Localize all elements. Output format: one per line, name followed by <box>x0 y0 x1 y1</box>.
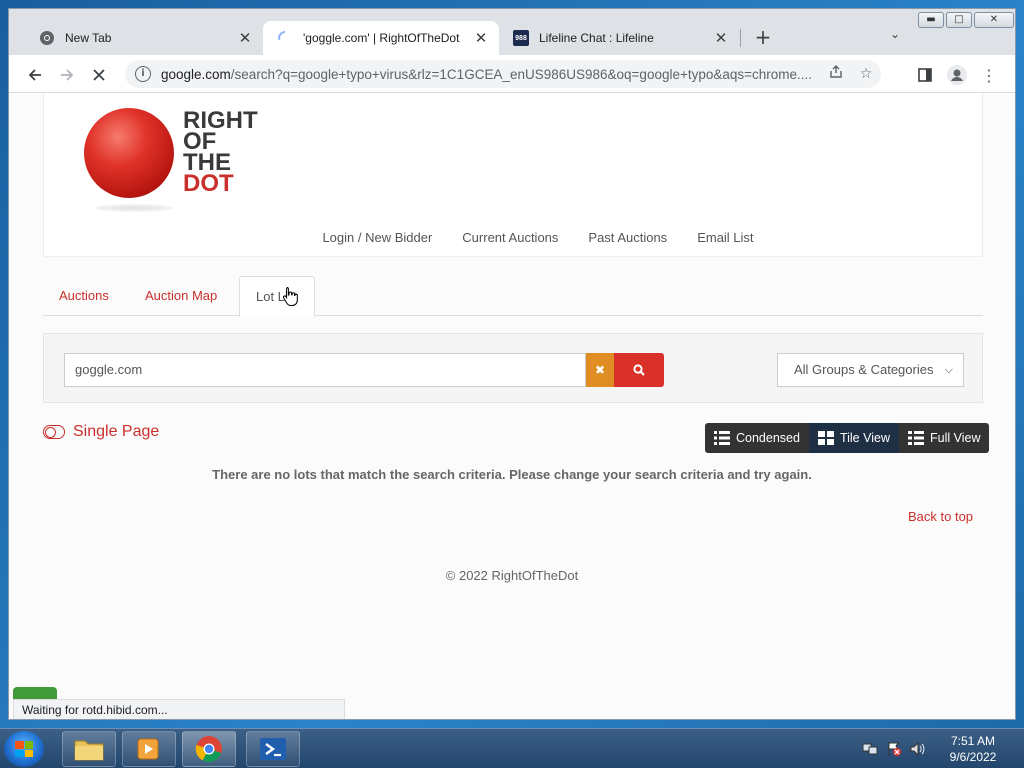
single-page-toggle[interactable]: Single Page <box>43 423 159 441</box>
profile-avatar-icon[interactable] <box>945 63 969 87</box>
arrow-right-icon <box>61 69 74 81</box>
tab-rightofthedot[interactable]: 'goggle.com' | RightOfTheDot ✕ <box>263 21 499 55</box>
more-menu-icon[interactable]: ⋮ <box>977 63 1001 87</box>
page-tabs: Auctions Auction Map Lot List <box>43 276 983 317</box>
nav-past-auctions[interactable]: Past Auctions <box>588 230 667 245</box>
tab-new-tab[interactable]: New Tab ✕ <box>25 21 263 55</box>
volume-icon[interactable] <box>910 741 926 757</box>
action-center-flag-icon[interactable] <box>886 741 902 757</box>
no-lots-message: There are no lots that match the search … <box>212 467 812 482</box>
back-to-top-link[interactable]: Back to top <box>908 509 973 524</box>
condensed-view-button[interactable]: Condensed <box>705 423 809 453</box>
new-tab-button[interactable]: + <box>751 26 775 50</box>
close-window-button[interactable]: ✕ <box>974 12 1014 28</box>
chrome-taskbar-button[interactable] <box>182 731 236 767</box>
view-switcher: Condensed Tile View Full View <box>705 423 990 453</box>
tab-title: Lifeline Chat : Lifeline <box>539 31 654 45</box>
bookmark-star-icon[interactable]: ☆ <box>851 66 881 82</box>
taskbar-clock[interactable]: 7:51 AM 9/6/2022 <box>940 733 1006 765</box>
nav-current-auctions[interactable]: Current Auctions <box>462 230 558 245</box>
info-icon[interactable]: i <box>135 66 151 82</box>
windows-logo-icon <box>15 741 33 757</box>
share-icon[interactable] <box>821 65 851 83</box>
tab-title: New Tab <box>65 31 112 45</box>
powershell-taskbar-button[interactable] <box>246 731 300 767</box>
nav-email-list[interactable]: Email List <box>697 230 753 245</box>
start-button[interactable] <box>4 731 44 767</box>
window-controls: ▬ □ ✕ <box>916 12 1014 28</box>
red-dot-logo-icon[interactable] <box>84 108 174 198</box>
clock-time: 7:51 AM <box>950 734 996 748</box>
tab-auctions[interactable]: Auctions <box>43 276 125 316</box>
forward-button[interactable] <box>55 63 79 87</box>
tab-lot-list[interactable]: Lot List <box>239 276 315 317</box>
close-icon <box>93 69 105 81</box>
logo-shadow <box>94 204 174 212</box>
nav-login[interactable]: Login / New Bidder <box>322 230 432 245</box>
search-icon <box>633 364 645 376</box>
web-page: RIGHT OF THE DOT Login / New Bidder Curr… <box>9 93 1015 719</box>
site-logo-text[interactable]: RIGHT OF THE DOT <box>183 109 258 196</box>
tab-lifeline-chat[interactable]: 988 Lifeline Chat : Lifeline ✕ <box>499 21 739 55</box>
url-text[interactable]: google.com/search?q=google+typo+virus&rl… <box>161 67 821 82</box>
table-icon <box>907 431 924 445</box>
tile-view-button[interactable]: Tile View <box>808 423 899 453</box>
media-player-icon <box>137 738 159 760</box>
full-view-button[interactable]: Full View <box>899 423 989 453</box>
tab-title: 'goggle.com' | RightOfTheDot <box>303 31 460 45</box>
minimize-button[interactable]: ▬ <box>918 12 944 28</box>
close-icon[interactable]: ✕ <box>471 29 491 47</box>
chrome-icon <box>195 736 222 763</box>
copyright: © 2022 RightOfTheDot <box>445 568 579 583</box>
address-bar[interactable]: i google.com/search?q=google+typo+virus&… <box>125 60 881 88</box>
media-player-taskbar-button[interactable] <box>122 731 176 767</box>
loading-spinner-icon <box>277 30 293 46</box>
file-explorer-taskbar-button[interactable] <box>62 731 116 767</box>
clear-search-button[interactable]: ✖ <box>586 353 614 387</box>
close-icon[interactable]: ✕ <box>235 29 255 47</box>
tab-strip: New Tab ✕ 'goggle.com' | RightOfTheDot ✕… <box>9 9 1015 55</box>
browser-toolbar: i google.com/search?q=google+typo+virus&… <box>9 55 1015 93</box>
main-nav: Login / New Bidder Current Auctions Past… <box>10 230 1015 245</box>
site-header: RIGHT OF THE DOT Login / New Bidder Curr… <box>43 93 983 257</box>
powershell-icon <box>260 738 286 760</box>
status-bar: Waiting for rotd.hibid.com... <box>13 699 345 719</box>
network-icon[interactable] <box>862 741 878 757</box>
single-page-label: Single Page <box>73 423 160 440</box>
list-icon <box>714 431 730 445</box>
hand-cursor-icon <box>282 287 298 306</box>
clock-date: 9/6/2022 <box>949 750 997 764</box>
tab-separator <box>740 29 741 47</box>
back-button[interactable] <box>23 63 47 87</box>
folder-icon <box>74 740 104 761</box>
search-input[interactable]: goggle.com <box>64 353 586 387</box>
system-tray <box>862 729 926 768</box>
close-icon[interactable]: ✕ <box>711 29 731 47</box>
988-favicon: 988 <box>513 30 529 46</box>
chevron-down-icon: ⌵ <box>944 364 953 376</box>
category-select[interactable]: All Groups & Categories ⌵ <box>777 353 964 387</box>
grid-icon <box>817 431 834 445</box>
stop-loading-button[interactable] <box>87 63 111 87</box>
browser-window: New Tab ✕ 'goggle.com' | RightOfTheDot ✕… <box>8 8 1016 720</box>
tab-search-chevron-icon[interactable]: ⌄ <box>885 27 905 47</box>
side-panel-icon[interactable] <box>913 63 937 87</box>
chrome-icon <box>39 30 55 46</box>
maximize-button[interactable]: □ <box>946 12 972 28</box>
toggle-icon[interactable] <box>43 425 65 439</box>
arrow-left-icon <box>28 69 41 81</box>
tab-auction-map[interactable]: Auction Map <box>129 276 233 316</box>
taskbar: 7:51 AM 9/6/2022 <box>0 728 1024 768</box>
search-panel: goggle.com ✖ All Groups & Categories ⌵ <box>43 333 983 403</box>
search-button[interactable] <box>614 353 664 387</box>
